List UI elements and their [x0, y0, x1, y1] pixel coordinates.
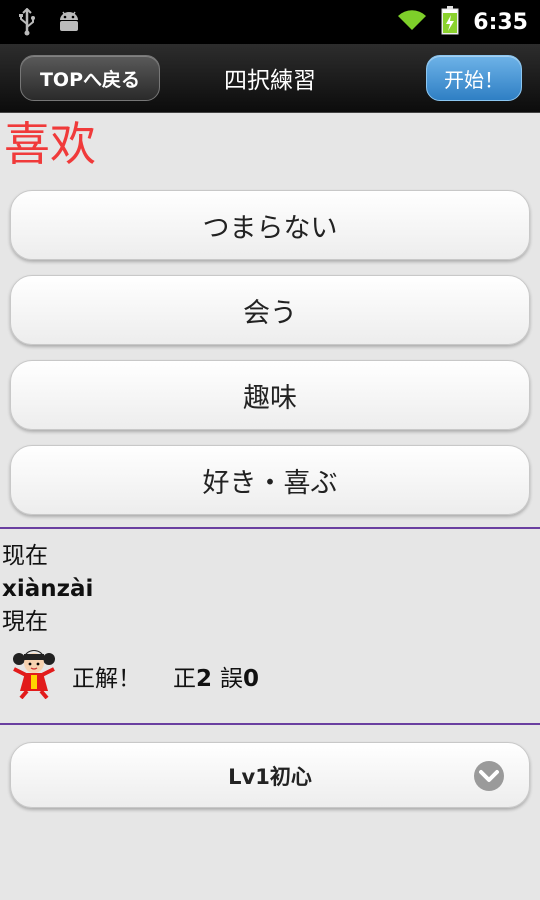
result-text: 正解！ — [72, 666, 141, 692]
title-bar: TOPへ戻る 四択練習 开始！ — [0, 44, 540, 113]
girl-mascot-icon — [10, 649, 58, 703]
start-button[interactable]: 开始！ — [426, 55, 522, 101]
choice-button-1[interactable]: つまらない — [10, 190, 530, 260]
question-word: 喜欢 — [4, 117, 96, 171]
answer-info: 现在 xiànzài 現在 — [2, 540, 93, 639]
choice-button-4[interactable]: 好き・喜ぶ — [10, 445, 530, 515]
divider-bottom — [0, 723, 540, 725]
choice-list: つまらない 会う 趣味 好き・喜ぶ — [10, 190, 530, 530]
usb-icon — [18, 7, 36, 40]
correct-count: 2 — [196, 666, 213, 692]
clock: 6:35 — [473, 9, 528, 35]
status-bar: 6:35 — [0, 0, 540, 44]
info-pinyin: xiànzài — [2, 576, 94, 602]
score: 正2 誤0 — [173, 659, 259, 693]
status-left-icons — [18, 7, 82, 40]
battery-charging-icon — [441, 5, 459, 39]
choice-button-3[interactable]: 趣味 — [10, 360, 530, 430]
wrong-count: 0 — [243, 666, 260, 692]
back-to-top-button[interactable]: TOPへ戻る — [20, 55, 160, 101]
page-title: 四択練習 — [224, 68, 316, 94]
wifi-icon — [397, 8, 427, 36]
status-right-icons: 6:35 — [397, 0, 528, 44]
level-select[interactable]: Lv1初心 — [10, 742, 530, 808]
choice-button-2[interactable]: 会う — [10, 275, 530, 345]
info-word: 现在 — [2, 543, 48, 569]
result-row: 正解！ 正2 誤0 — [10, 650, 259, 702]
divider-top — [0, 527, 540, 529]
wrong-label: 誤 — [220, 666, 244, 692]
android-icon — [56, 9, 82, 39]
chevron-down-icon — [473, 760, 505, 796]
correct-label: 正 — [173, 666, 196, 692]
info-meaning: 現在 — [2, 609, 48, 635]
level-select-value: Lv1初心 — [228, 765, 312, 789]
